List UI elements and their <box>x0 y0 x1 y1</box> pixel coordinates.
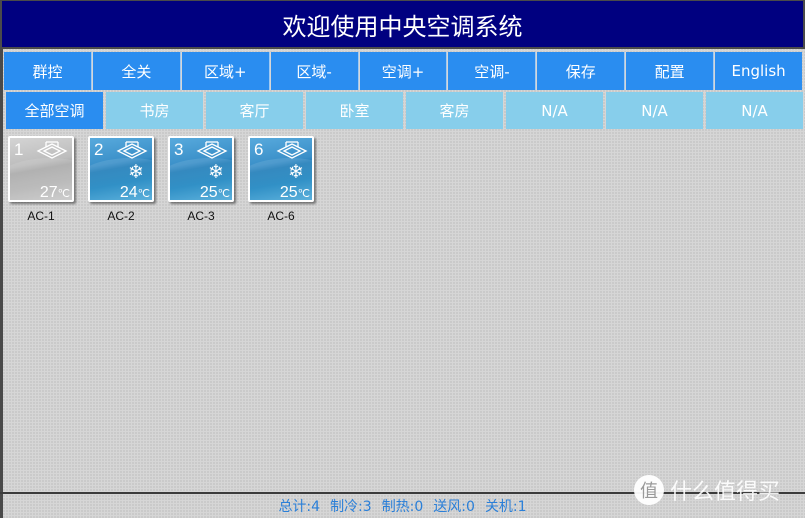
temperature-value: 25 <box>199 184 218 201</box>
temperature-unit: ℃ <box>137 188 150 200</box>
ac-unit-temperature: 25℃ <box>279 184 310 201</box>
snowflake-icon: ❄ <box>288 161 304 183</box>
app-title-bar: 欢迎使用中央空调系统 <box>0 0 805 49</box>
tab-na-3[interactable]: N/A <box>706 92 803 129</box>
ceiling-ac-icon <box>116 141 148 159</box>
ceiling-ac-icon <box>276 141 308 159</box>
tab-all-ac[interactable]: 全部空调 <box>6 92 103 129</box>
zone-tabs: 全部空调 书房 客厅 卧室 客房 N/A N/A N/A <box>6 92 803 129</box>
watermark-badge-icon: 值 <box>634 475 664 505</box>
temperature-value: 25 <box>279 184 298 201</box>
ac-unit-tile[interactable]: 2 ❄ 24℃ <box>88 136 154 202</box>
ac-unit[interactable]: 6 ❄ 25℃ AC-6 <box>246 136 316 223</box>
remove-ac-button[interactable]: 空调- <box>448 52 537 90</box>
status-total: 总计:4 <box>278 499 321 515</box>
watermark-text: 什么值得买 <box>670 480 781 505</box>
ac-unit-tile[interactable]: 3 ❄ 25℃ <box>168 136 234 202</box>
ac-unit-tile[interactable]: 6 ❄ 25℃ <box>248 136 314 202</box>
toolbar: 群控 全关 区域+ 区域- 空调+ 空调- 保存 配置 English <box>4 52 803 90</box>
add-zone-button[interactable]: 区域+ <box>181 52 270 90</box>
ac-unit-number: 1 <box>14 140 24 159</box>
ac-unit[interactable]: 2 ❄ 24℃ AC-2 <box>86 136 156 223</box>
ac-unit-temperature: 27℃ <box>39 184 70 201</box>
all-off-button[interactable]: 全关 <box>92 52 181 90</box>
tab-living-room[interactable]: 客厅 <box>206 92 303 129</box>
ac-unit-temperature: 25℃ <box>199 184 230 201</box>
watermark: 值 什么值得买 <box>634 474 780 506</box>
temperature-value: 24 <box>119 184 138 201</box>
ceiling-ac-icon <box>196 141 228 159</box>
ac-unit-label: AC-3 <box>187 209 215 223</box>
config-button[interactable]: 配置 <box>626 52 715 90</box>
save-button[interactable]: 保存 <box>537 52 626 90</box>
ac-unit-label: AC-2 <box>107 209 135 223</box>
status-fan: 送风:0 <box>433 499 475 515</box>
status-cool: 制冷:3 <box>330 499 372 515</box>
temperature-unit: ℃ <box>217 188 230 200</box>
status-off: 关机:1 <box>484 499 527 515</box>
ac-unit-number: 3 <box>174 140 184 159</box>
tab-na-2[interactable]: N/A <box>606 92 703 129</box>
ac-unit-number: 6 <box>254 140 264 159</box>
remove-zone-button[interactable]: 区域- <box>270 52 359 90</box>
ac-unit-temperature: 24℃ <box>119 184 150 201</box>
ceiling-ac-icon <box>36 141 68 159</box>
tab-study[interactable]: 书房 <box>106 92 203 129</box>
ac-unit-label: AC-1 <box>27 209 55 223</box>
snowflake-icon: ❄ <box>128 161 144 183</box>
tab-guest-room[interactable]: 客房 <box>406 92 503 129</box>
ac-unit[interactable]: 1 27℃ AC-1 <box>6 136 76 223</box>
status-heat: 制热:0 <box>381 499 424 515</box>
tab-na-1[interactable]: N/A <box>506 92 603 129</box>
ac-unit-label: AC-6 <box>267 209 295 223</box>
ac-unit[interactable]: 3 ❄ 25℃ AC-3 <box>166 136 236 223</box>
temperature-unit: ℃ <box>297 188 310 200</box>
ac-unit-tile[interactable]: 1 27℃ <box>8 136 74 202</box>
ac-unit-grid: 1 27℃ AC-1 2 ❄ 24℃ AC-2 3 ❄ 25℃ AC-3 6 ❄… <box>6 136 316 223</box>
snowflake-icon: ❄ <box>208 161 224 183</box>
group-control-button[interactable]: 群控 <box>4 52 92 90</box>
temperature-value: 27 <box>39 184 58 201</box>
ac-unit-number: 2 <box>94 140 104 159</box>
temperature-unit: ℃ <box>57 188 70 200</box>
add-ac-button[interactable]: 空调+ <box>359 52 448 90</box>
app-title: 欢迎使用中央空调系统 <box>282 12 523 41</box>
language-button[interactable]: English <box>715 52 803 90</box>
tab-bedroom[interactable]: 卧室 <box>306 92 403 129</box>
